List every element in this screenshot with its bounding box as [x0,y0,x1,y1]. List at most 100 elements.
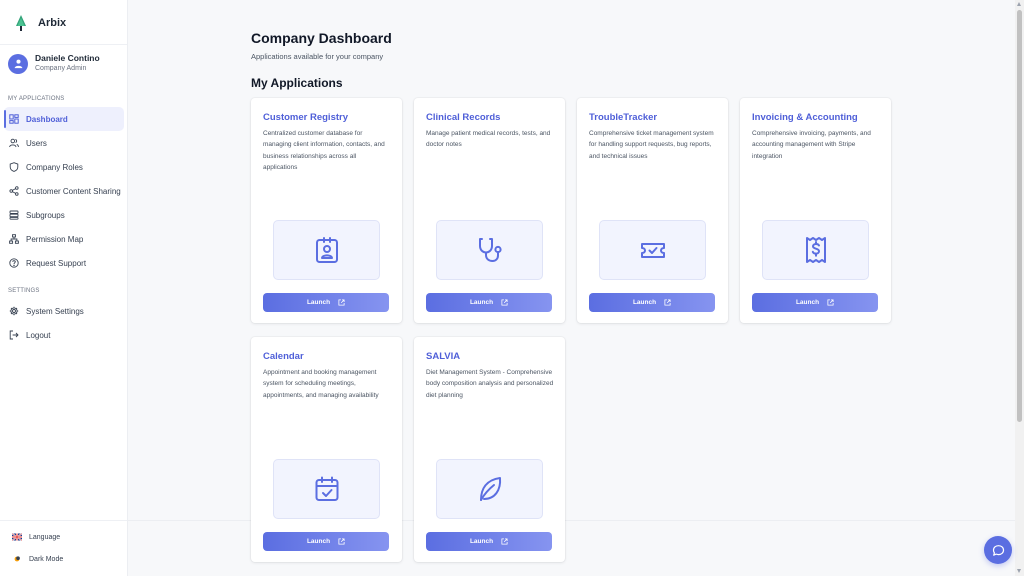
section-title: My Applications [251,76,343,90]
avatar [8,53,28,74]
launch-label: Launch [306,299,331,306]
app-card-troubletracker: TroubleTracker Comprehensive ticket mana… [577,98,728,323]
launch-button[interactable]: Launch [589,293,715,312]
external-link-icon [664,299,671,306]
sidebar-item-label: Logout [26,330,51,340]
divider [0,44,127,45]
app-card-customer-registry: Customer Registry Centralized customer d… [251,98,402,323]
sidebar-item-label: Customer Content Sharing [26,186,121,196]
tree-logo-icon [16,15,26,31]
uk-flag-icon [12,533,22,541]
sidebar-item-label: Request Support [26,258,87,268]
app-title: Clinical Records [426,112,501,123]
launch-button[interactable]: Launch [426,532,552,551]
sidebar-item-label: Users [26,138,47,148]
external-link-icon [338,299,345,306]
app-description: Appointment and booking management syste… [263,369,379,399]
sidebar-item-subgroups[interactable]: Subgroups [4,203,124,227]
launch-label: Launch [795,299,820,306]
app-description: Comprehensive invoicing, payments, and a… [752,130,871,160]
external-link-icon [338,538,345,545]
language-label: Language [29,533,61,541]
launch-button[interactable]: Launch [752,293,878,312]
app-illustration [273,459,380,519]
shield-icon [9,162,19,172]
contact-card-icon [315,237,338,263]
language-switcher[interactable]: Language [12,533,60,541]
calendar-check-icon [315,476,338,501]
app-card-salvia: SALVIA Diet Management System - Comprehe… [414,337,565,562]
sidebar-item-label: Dashboard [26,114,68,124]
app-title: Calendar [263,351,304,362]
vertical-scrollbar[interactable] [1015,0,1024,576]
user-icon [14,59,22,69]
user-profile[interactable]: Daniele Contino Company Admin [8,53,100,74]
layers-icon [9,210,19,220]
sun-moon-icon [14,556,20,562]
gear-icon [9,306,19,316]
section-label-applications: MY APPLICATIONS [8,96,65,102]
dark-mode-toggle[interactable]: Dark Mode [12,555,63,563]
sidebar-item-users[interactable]: Users [4,131,124,155]
app-illustration [762,220,869,280]
sidebar-item-label: Company Roles [26,162,83,172]
launch-label: Launch [632,299,657,306]
user-name: Daniele Contino [35,53,100,63]
receipt-dollar-icon [805,237,826,263]
logout-icon [9,330,19,340]
app-title: Invoicing & Accounting [752,112,858,123]
dark-mode-label: Dark Mode [29,555,64,563]
launch-button[interactable]: Launch [426,293,552,312]
user-role: Company Admin [35,65,87,72]
sidebar-item-request-support[interactable]: Request Support [4,251,124,275]
sidebar-item-dashboard[interactable]: Dashboard [4,107,124,131]
app-title: SALVIA [426,351,461,362]
sidebar-item-label: Permission Map [26,234,84,244]
divider [0,520,127,521]
app-illustration [436,220,543,280]
sidebar-nav: Dashboard Users Company Roles Customer C… [4,107,124,275]
app-card-calendar: Calendar Appointment and booking managem… [251,337,402,562]
stethoscope-icon [478,238,502,262]
sidebar-item-label: System Settings [26,306,84,316]
dashboard-icon [9,114,19,124]
chat-bubble-icon [992,544,1004,556]
help-icon [9,258,19,268]
app-title: TroubleTracker [589,112,658,123]
app-illustration [436,459,543,519]
app-illustration [273,220,380,280]
external-link-icon [501,299,508,306]
chat-button[interactable] [984,536,1012,564]
users-icon [9,138,19,148]
app-description: Manage patient medical records, tests, a… [426,130,551,149]
leaf-icon [479,477,501,501]
app-illustration [599,220,706,280]
scroll-thumb[interactable] [1017,10,1022,422]
scroll-up-arrow-icon[interactable] [1017,2,1021,6]
page-title: Company Dashboard [251,30,392,46]
ticket-icon [640,243,665,258]
section-label-settings: SETTINGS [8,288,40,294]
sidebar-item-company-roles[interactable]: Company Roles [4,155,124,179]
app-title: Customer Registry [263,112,348,123]
hierarchy-icon [9,234,19,244]
launch-button[interactable]: Launch [263,293,389,312]
share-icon [9,186,19,196]
sidebar: Arbix Daniele Contino Company Admin MY A… [0,0,128,576]
launch-label: Launch [469,299,494,306]
sidebar-item-customer-content-sharing[interactable]: Customer Content Sharing [4,179,124,203]
app-description: Diet Management System - Comprehensive b… [426,369,554,399]
sidebar-item-system-settings[interactable]: System Settings [4,299,124,323]
launch-label: Launch [469,538,494,545]
launch-button[interactable]: Launch [263,532,389,551]
app-description: Centralized customer database for managi… [263,130,385,172]
external-link-icon [827,299,834,306]
settings-nav: System Settings Logout [4,299,124,347]
brand[interactable]: Arbix [14,12,66,34]
scroll-down-arrow-icon[interactable] [1017,569,1021,573]
app-card-clinical-records: Clinical Records Manage patient medical … [414,98,565,323]
sidebar-item-logout[interactable]: Logout [4,323,124,347]
app-description: Comprehensive ticket management system f… [589,130,714,160]
sidebar-item-permission-map[interactable]: Permission Map [4,227,124,251]
launch-label: Launch [306,538,331,545]
